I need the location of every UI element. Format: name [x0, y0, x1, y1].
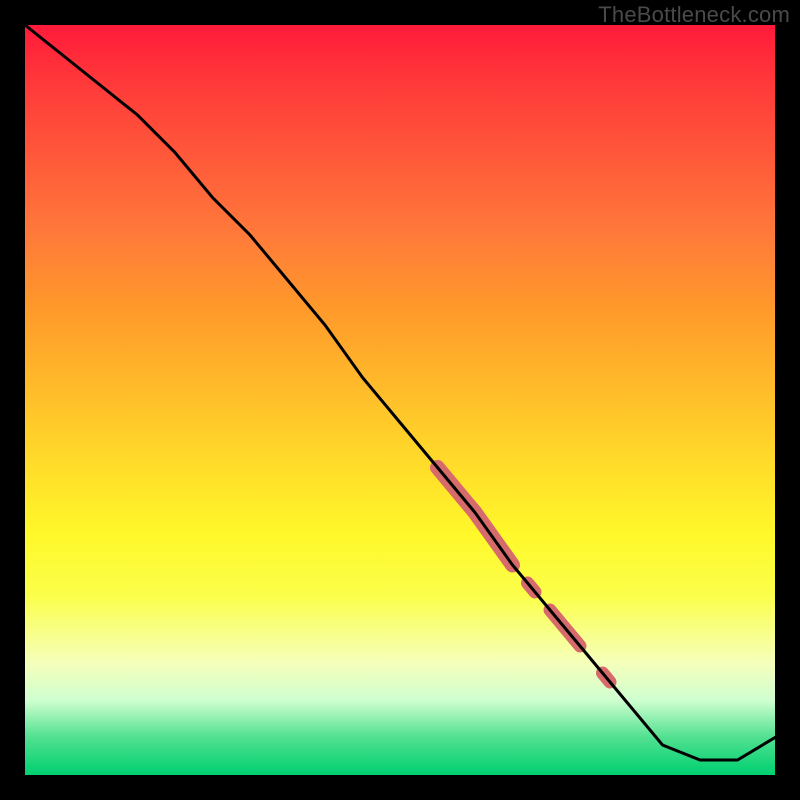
chart-frame: TheBottleneck.com [0, 0, 800, 800]
main-curve [25, 25, 775, 760]
watermark-text: TheBottleneck.com [598, 2, 790, 28]
chart-overlay [25, 25, 775, 775]
